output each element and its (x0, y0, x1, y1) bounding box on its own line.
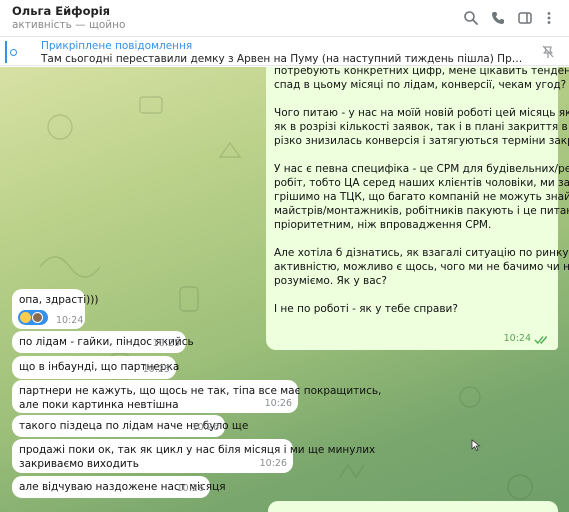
outgoing-message[interactable]: потребують конкретних цифр, мене цікавит… (266, 67, 569, 350)
incoming-message[interactable]: продажі поки ок, так як цикл у нас біля … (12, 439, 376, 473)
chat-header: Ольга Ейфорія активність — щойно (0, 0, 569, 35)
message-line: Але хотіла б дізнатись, як взагалі ситуа… (274, 247, 569, 259)
message-text: партнери не кажуть, що щось не так, тіпа… (19, 385, 382, 397)
message-line: пріоритетним, ніж впровадження CPM. (274, 219, 492, 231)
message-text: потребують конкретних цифр, мене цікавит… (274, 67, 569, 316)
message-line: робіт, тобто ЦА серед наших клієнтів чол… (274, 177, 569, 189)
message-line: спад в цьому місяці по лідам, конверсії,… (274, 79, 567, 91)
message-time: 10:26 (191, 422, 219, 433)
message-line: розуміємо. Як у вас? (274, 275, 388, 287)
message-line: У нас є певна специфіка - це CPM для буд… (274, 163, 569, 175)
incoming-message[interactable]: що в інбаунді, що партнерка 10:25 (12, 356, 179, 379)
pinned-thumbnail (5, 41, 35, 63)
message-time: 10:25 (152, 338, 180, 349)
reactor-avatar (32, 312, 43, 323)
incoming-message[interactable]: але відчуваю наздожене наст місяця 10:26 (12, 476, 226, 498)
chat-area[interactable]: потребують конкретних цифр, мене цікавит… (0, 67, 569, 512)
reaction-badge[interactable] (18, 310, 48, 325)
message-text: опа, здрасті))) (19, 294, 99, 306)
outgoing-message-partial[interactable] (268, 501, 558, 512)
message-time: 10:25 (142, 364, 170, 375)
company-logo-icon (10, 45, 32, 59)
message-time: 10:24 (503, 333, 531, 344)
mouse-cursor-icon (471, 439, 481, 451)
message-line: як в розрізі кількості заявок, так і в п… (274, 121, 569, 133)
message-time: 10:26 (259, 458, 287, 469)
message-text: такого піздеца по лідам наче не було ще (19, 420, 249, 432)
sidebar-icon[interactable] (515, 8, 535, 28)
message-text: але відчуваю наздожене наст місяця (19, 481, 226, 493)
incoming-message[interactable]: партнери не кажуть, що щось не так, тіпа… (12, 380, 382, 413)
message-text: закриваємо виходить (19, 458, 139, 470)
message-line: потребують конкретних цифр, мене цікавит… (274, 67, 569, 77)
double-check-icon (534, 336, 548, 344)
message-time: 10:24 (56, 315, 84, 326)
phone-icon[interactable] (488, 8, 508, 28)
message-time: 10:26 (264, 398, 292, 409)
contact-status: активність — щойно (12, 19, 126, 31)
incoming-message[interactable]: опа, здрасті))) 10:24 (12, 289, 99, 329)
contact-name[interactable]: Ольга Ейфорія (12, 4, 110, 18)
message-line: І не по роботі - як у тебе справи? (274, 303, 458, 315)
message-time: 10:26 (176, 483, 204, 494)
incoming-message[interactable]: такого піздеца по лідам наче не було ще … (12, 415, 249, 437)
message-line: майстрів/монтажників, робітників пакують… (274, 205, 569, 217)
incoming-message[interactable]: по лідам - гайки, піндос якийсь 10:25 (12, 331, 194, 353)
message-line: різко знизилась конверсія і затягуються … (274, 135, 569, 147)
message-text: але поки картинка невтішна (19, 399, 179, 411)
pin-list-icon[interactable] (541, 44, 559, 60)
message-line: активністю, можливо є щось, чого ми не б… (274, 261, 569, 273)
message-text: продажі поки ок, так як цикл у нас біля … (19, 444, 376, 456)
more-icon[interactable] (539, 8, 559, 28)
pinned-message-bar[interactable]: Прикріплене повідомлення Там сьогодні пе… (0, 36, 569, 66)
message-line: Чого питаю - у нас на моїй новій роботі … (274, 107, 569, 119)
pinned-text: Там сьогодні переставили демку з Арвен н… (41, 53, 523, 65)
pinned-title: Прикріплене повідомлення (41, 40, 193, 52)
message-line: грішимо на ТЦК, що багато компаній не мо… (274, 191, 569, 203)
emoji-reaction-icon (20, 312, 31, 323)
search-icon[interactable] (461, 8, 481, 28)
